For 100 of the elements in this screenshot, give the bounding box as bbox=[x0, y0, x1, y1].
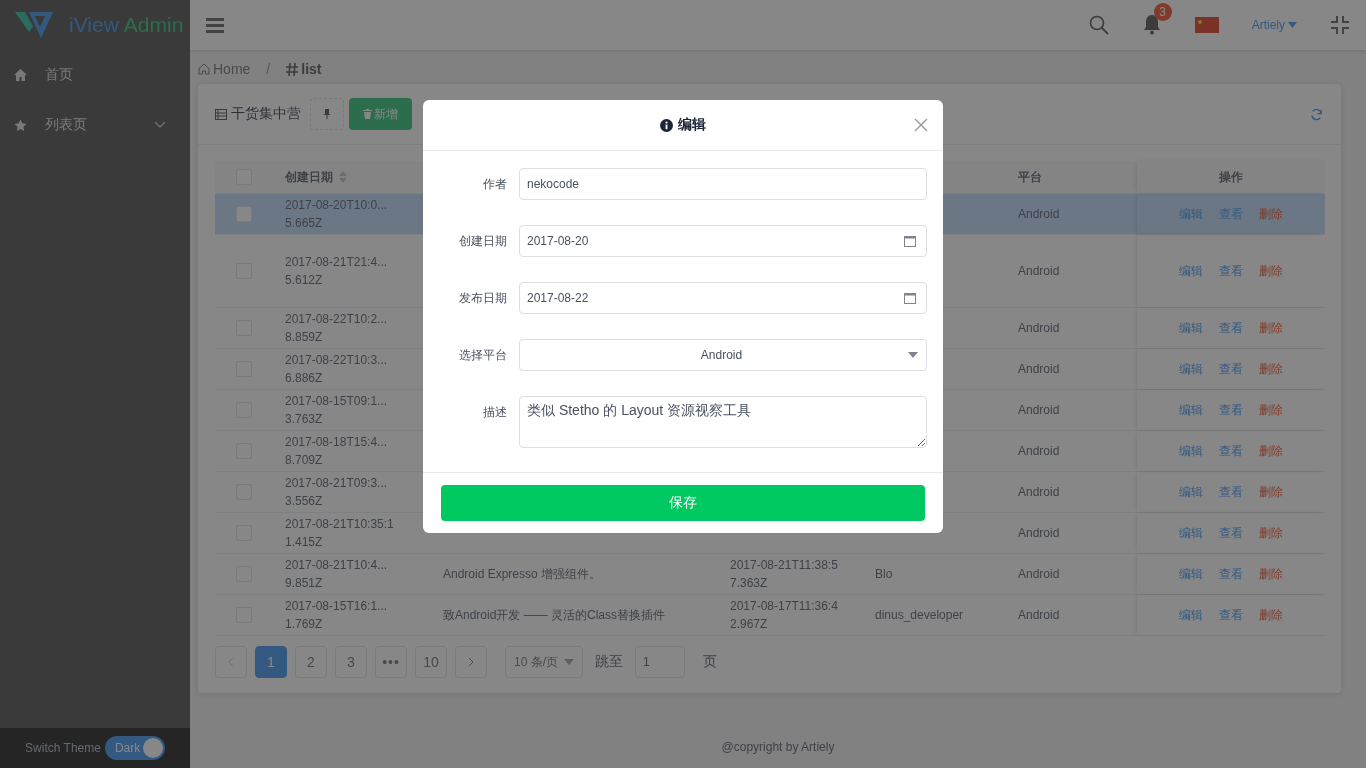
description-field[interactable]: 类似 Stetho 的 Layout 资源视察工具 bbox=[519, 396, 927, 448]
table-row[interactable]: 2017-08-21T10:4... 9.851Z Android Expresso 增强组件。 2017-08-21T11:38:5 7.363Z Blo Android 编辑 查看 删除 bbox=[215, 553, 1325, 594]
checkbox[interactable] bbox=[235, 206, 252, 222]
brand-name: iView bbox=[69, 13, 119, 37]
delete-link[interactable]: 删除 bbox=[1259, 360, 1283, 378]
delete-link[interactable]: 删除 bbox=[1259, 483, 1283, 501]
delete-link[interactable]: 删除 bbox=[1259, 205, 1283, 223]
table-cell-text: Android bbox=[1018, 607, 1060, 624]
bell-icon[interactable] bbox=[1141, 12, 1162, 35]
field-label: 作者 bbox=[482, 176, 507, 193]
action-link[interactable]: 查看 bbox=[1219, 524, 1243, 542]
action-link[interactable]: 查看 bbox=[1219, 442, 1243, 460]
action-link[interactable]: 查看 bbox=[1219, 606, 1243, 624]
delete-link[interactable]: 删除 bbox=[1259, 401, 1283, 419]
home-icon bbox=[198, 63, 210, 75]
trash-icon bbox=[363, 109, 372, 119]
goto-suffix: 页 bbox=[703, 653, 717, 671]
close-icon[interactable] bbox=[914, 118, 928, 132]
table-cell-text: 2017-08-15T09:1... 3.763Z bbox=[285, 393, 388, 428]
calendar-icon[interactable] bbox=[904, 235, 916, 247]
table-cell-text: Android bbox=[1018, 402, 1060, 419]
table-cell-text: Android bbox=[1018, 263, 1060, 280]
action-link[interactable]: 编辑 bbox=[1179, 442, 1203, 460]
table-cell-text: 2017-08-18T15:4... 8.709Z bbox=[285, 434, 388, 469]
table-cell-text: Android bbox=[1018, 443, 1060, 460]
user-menu[interactable]: Artiely bbox=[1251, 18, 1297, 32]
star-icon bbox=[14, 118, 27, 132]
action-link[interactable]: 查看 bbox=[1219, 262, 1243, 280]
table-cell-text: 2017-08-17T11:36:4 2.967Z bbox=[730, 598, 838, 633]
table-row[interactable]: 2017-08-15T16:1... 1.769Z 致Android开发 —— 灵活的Class替换插件 2017-08-17T11:36:4 2.967Z dinus_developer Android 编辑 查看 删除 bbox=[215, 594, 1325, 635]
action-link[interactable]: 编辑 bbox=[1179, 606, 1203, 624]
table-cell-text: 2017-08-21T10:35:1 1.415Z bbox=[285, 516, 394, 551]
action-link[interactable]: 查看 bbox=[1219, 319, 1243, 337]
delete-link[interactable]: 删除 bbox=[1259, 262, 1283, 280]
table-cell-text: 2017-08-21T09:3... 3.556Z bbox=[285, 475, 388, 510]
exit-fullscreen-icon[interactable] bbox=[1330, 15, 1350, 35]
action-link[interactable]: 查看 bbox=[1219, 401, 1243, 419]
table-cell-text: Android bbox=[1018, 525, 1060, 542]
theme-switch[interactable]: Dark bbox=[104, 736, 165, 760]
field-label: 选择平台 bbox=[458, 347, 507, 364]
add-button[interactable]: 新增 bbox=[349, 98, 412, 130]
table-cell-text: Android bbox=[1018, 320, 1060, 337]
field-label: 描述 bbox=[482, 404, 507, 421]
calendar-icon[interactable] bbox=[904, 292, 916, 304]
action-link[interactable]: 编辑 bbox=[1179, 262, 1203, 280]
menu-icon[interactable] bbox=[206, 17, 224, 33]
sidebar-item[interactable]: 首页 bbox=[0, 50, 190, 100]
caret-icon bbox=[908, 352, 918, 358]
search-icon[interactable] bbox=[1088, 15, 1109, 35]
action-link[interactable]: 编辑 bbox=[1179, 401, 1203, 419]
list-icon bbox=[215, 108, 227, 120]
action-link[interactable]: 编辑 bbox=[1179, 524, 1203, 542]
column-header[interactable]: 创建日期 bbox=[285, 168, 333, 186]
action-link[interactable]: 查看 bbox=[1219, 483, 1243, 501]
delete-link[interactable]: 删除 bbox=[1259, 565, 1283, 583]
date-field[interactable]: 2017-08-22 bbox=[519, 282, 927, 314]
delete-link[interactable]: 删除 bbox=[1259, 319, 1283, 337]
caret-icon bbox=[564, 659, 574, 665]
sort-icon[interactable] bbox=[339, 171, 347, 183]
page-button[interactable]: 3 bbox=[335, 646, 367, 678]
sidebar-item[interactable]: 列表页 bbox=[0, 100, 190, 150]
breadcrumb-separator: / bbox=[266, 61, 271, 77]
action-link[interactable]: 编辑 bbox=[1179, 565, 1203, 583]
copyright-text: @copyright by Artiely bbox=[721, 740, 835, 754]
page-button[interactable]: 2 bbox=[295, 646, 327, 678]
table-cell-text: Android Expresso 增强组件。 bbox=[443, 566, 602, 583]
author-field[interactable]: nekocode bbox=[519, 168, 927, 200]
next-page-button[interactable] bbox=[455, 646, 487, 678]
platform-select[interactable]: Android bbox=[519, 339, 927, 371]
table-cell-text: Android bbox=[1018, 566, 1060, 583]
flag-icon[interactable] bbox=[1194, 17, 1219, 33]
save-button[interactable]: 保存 bbox=[441, 485, 925, 521]
delete-link[interactable]: 删除 bbox=[1259, 442, 1283, 460]
action-link[interactable]: 查看 bbox=[1219, 565, 1243, 583]
goto-label: 跳至 bbox=[595, 653, 623, 671]
action-link[interactable]: 编辑 bbox=[1179, 360, 1203, 378]
hash-icon bbox=[286, 62, 299, 76]
page-size-select[interactable]: 10 条/页 bbox=[505, 646, 583, 678]
card-title: 干货集中营 bbox=[231, 105, 301, 123]
page-button[interactable]: 1 bbox=[255, 646, 287, 678]
date-field[interactable]: 2017-08-20 bbox=[519, 225, 927, 257]
field-label: 创建日期 bbox=[458, 233, 507, 250]
table-cell-text: 2017-08-21T21:4... 5.612Z bbox=[285, 254, 388, 289]
action-link[interactable]: 编辑 bbox=[1179, 483, 1203, 501]
logo-icon bbox=[15, 10, 55, 40]
page-input[interactable]: 1 bbox=[635, 646, 685, 678]
delete-link[interactable]: 删除 bbox=[1259, 606, 1283, 624]
delete-link[interactable]: 删除 bbox=[1259, 524, 1283, 542]
pin-button[interactable] bbox=[310, 98, 344, 130]
page-button[interactable]: 10 bbox=[415, 646, 447, 678]
table-cell-text: 2017-08-15T16:1... 1.769Z bbox=[285, 598, 388, 633]
caret-icon bbox=[1288, 22, 1297, 28]
table-cell-text: 2017-08-21T11:38:5 7.363Z bbox=[730, 557, 838, 592]
chevron-right-icon bbox=[468, 657, 474, 667]
action-link[interactable]: 查看 bbox=[1219, 360, 1243, 378]
table-cell-text: 2017-08-20T10:0... 5.665Z bbox=[285, 197, 388, 232]
action-link[interactable]: 编辑 bbox=[1179, 319, 1203, 337]
refresh-icon[interactable] bbox=[1310, 107, 1323, 121]
table-cell-text: Android bbox=[1018, 206, 1060, 223]
jump-pages-button[interactable]: ••• bbox=[375, 646, 407, 678]
